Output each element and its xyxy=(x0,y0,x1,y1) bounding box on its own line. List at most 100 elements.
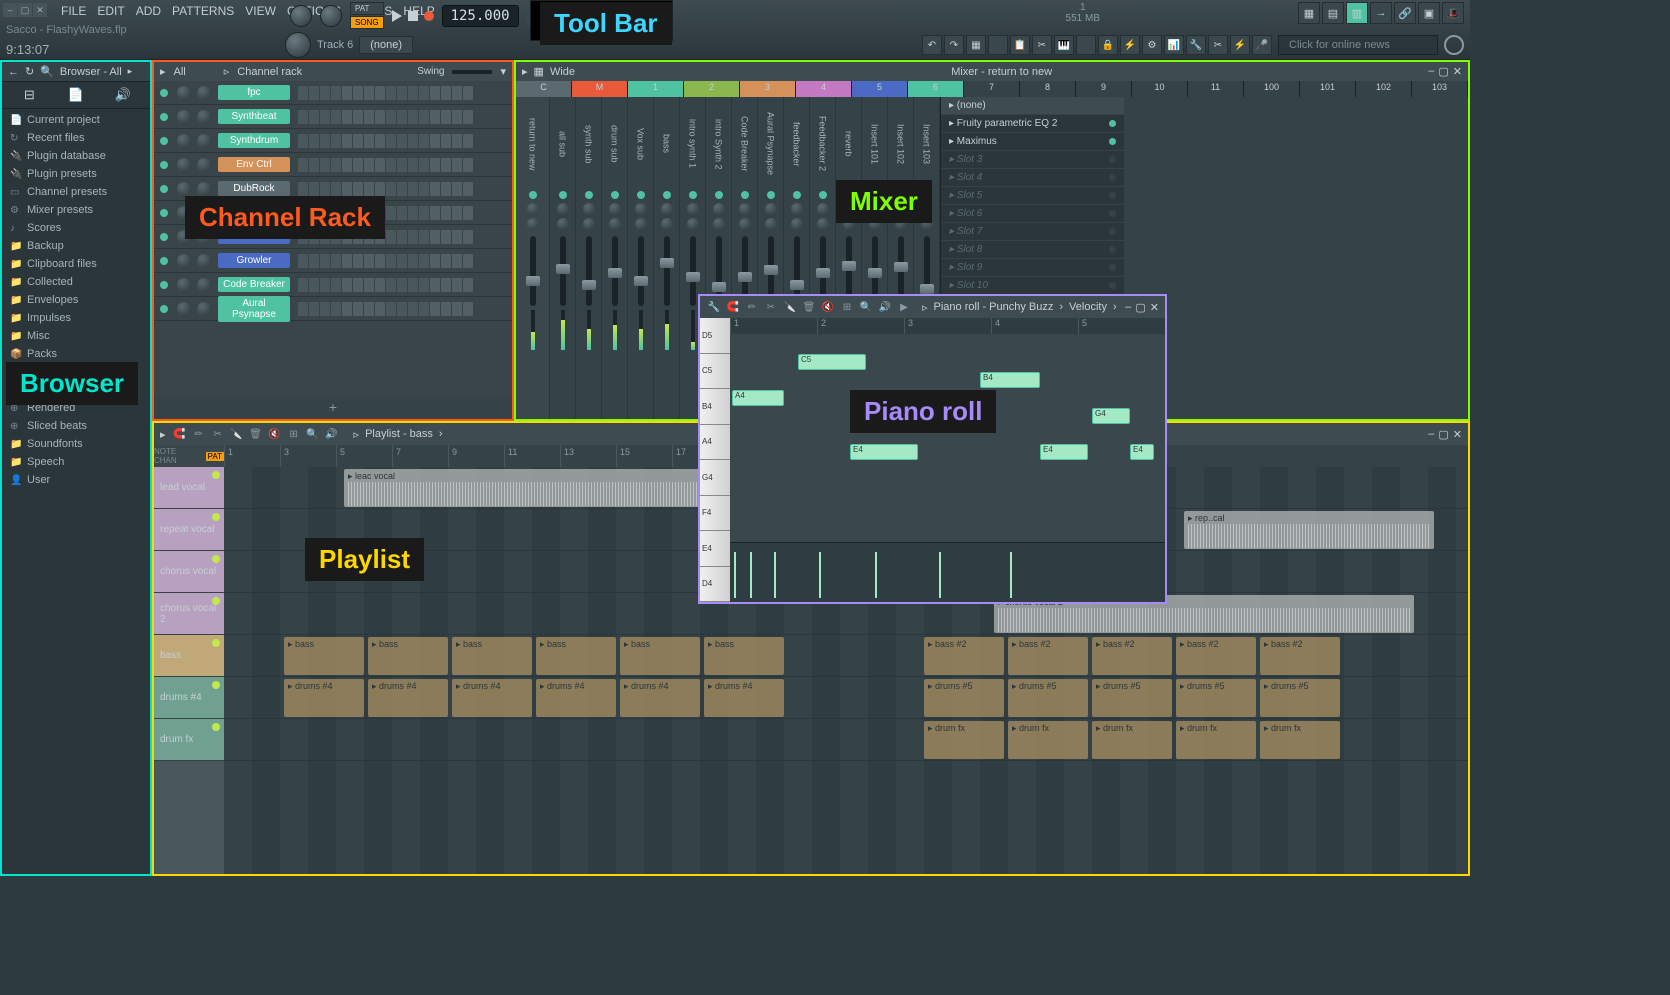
velocity-bar[interactable] xyxy=(750,552,752,598)
step[interactable] xyxy=(331,278,341,292)
track-mute-led[interactable] xyxy=(212,555,220,563)
add-channel-button[interactable]: + xyxy=(154,395,512,419)
step[interactable] xyxy=(386,278,396,292)
fx-slot-4[interactable]: ▸ Slot 5 xyxy=(941,187,1124,205)
channel-mute-led[interactable] xyxy=(160,233,168,241)
pr-tool-3[interactable]: ✂ xyxy=(763,299,779,315)
toolbar-icon-5[interactable]: ✂ xyxy=(1032,35,1052,55)
pan-knob[interactable] xyxy=(527,218,539,230)
step[interactable] xyxy=(452,278,462,292)
ruler-mark[interactable]: 7 xyxy=(392,445,404,467)
piano-key-G4[interactable]: G4 xyxy=(700,460,730,496)
step[interactable] xyxy=(397,110,407,124)
step[interactable] xyxy=(298,86,308,100)
browser-item-current-project[interactable]: 📄Current project xyxy=(2,111,150,129)
step[interactable] xyxy=(342,134,352,148)
step[interactable] xyxy=(441,254,451,268)
news-panel[interactable]: Click for online news xyxy=(1278,35,1438,55)
clip[interactable]: ▸ bass #2 xyxy=(1008,637,1088,675)
channel-name-button[interactable]: Growler xyxy=(218,253,290,268)
fx-slot-5[interactable]: ▸ Slot 6 xyxy=(941,205,1124,223)
strip-enable-led[interactable] xyxy=(689,191,697,199)
piano-key-E4[interactable]: E4 xyxy=(700,531,730,567)
channel-name-button[interactable]: Code Breaker xyxy=(218,277,290,292)
pl-tool-1[interactable]: ✏ xyxy=(191,426,207,442)
pan-knob[interactable] xyxy=(713,218,725,230)
mixer-tab-11[interactable]: 11 xyxy=(1188,81,1244,97)
slot-led[interactable] xyxy=(1109,192,1116,199)
step[interactable] xyxy=(331,134,341,148)
step[interactable] xyxy=(430,86,440,100)
step[interactable] xyxy=(408,134,418,148)
volume-fader[interactable] xyxy=(612,236,618,306)
step[interactable] xyxy=(452,134,462,148)
toolbar-icon-13[interactable]: ✂ xyxy=(1208,35,1228,55)
pl-menu-icon[interactable]: ▸ xyxy=(160,428,166,441)
step[interactable] xyxy=(353,302,363,316)
channel-mute-led[interactable] xyxy=(160,113,168,121)
clip[interactable]: ▸ drums #5 xyxy=(1092,679,1172,717)
step[interactable] xyxy=(375,110,385,124)
back-icon[interactable]: ← xyxy=(8,66,19,78)
track-header-chorus-vocal-2[interactable]: chorus vocal 2 xyxy=(154,593,224,635)
note[interactable]: C5 xyxy=(798,354,866,370)
clip[interactable]: ▸ drums #4 xyxy=(536,679,616,717)
play-button[interactable] xyxy=(392,10,402,22)
fx-knob[interactable] xyxy=(739,203,751,215)
channel-mute-led[interactable] xyxy=(160,281,168,289)
step[interactable] xyxy=(419,134,429,148)
piano-key-D4[interactable]: D4 xyxy=(700,567,730,603)
toolbar-icon-4[interactable]: 📋 xyxy=(1010,35,1030,55)
clip[interactable]: ▸ bass xyxy=(536,637,616,675)
piano-key-F4[interactable]: F4 xyxy=(700,496,730,532)
new-folder-icon[interactable]: 📄 xyxy=(67,86,85,104)
mixer-tab-6[interactable]: 6 xyxy=(908,81,964,97)
vol-knob[interactable] xyxy=(197,86,211,100)
velocity-bar[interactable] xyxy=(939,552,941,598)
fx-slot-7[interactable]: ▸ Slot 8 xyxy=(941,241,1124,259)
velocity-label[interactable]: Velocity xyxy=(1069,301,1107,313)
toolbar-icon-1[interactable]: ↷ xyxy=(944,35,964,55)
step[interactable] xyxy=(342,254,352,268)
step[interactable] xyxy=(320,278,330,292)
mixer-tab-2[interactable]: 2 xyxy=(684,81,740,97)
strip-enable-led[interactable] xyxy=(767,191,775,199)
step[interactable] xyxy=(320,254,330,268)
slot-led[interactable] xyxy=(1109,264,1116,271)
pan-knob[interactable] xyxy=(739,218,751,230)
step[interactable] xyxy=(331,110,341,124)
step[interactable] xyxy=(419,206,429,220)
step[interactable] xyxy=(386,230,396,244)
step[interactable] xyxy=(452,206,462,220)
step[interactable] xyxy=(397,302,407,316)
note[interactable]: E4 xyxy=(850,444,918,460)
track-header-drum-fx[interactable]: drum fx xyxy=(154,719,224,761)
close-button[interactable]: ✕ xyxy=(33,3,47,17)
toolbar-icon-3[interactable] xyxy=(988,35,1008,55)
slot-header[interactable]: ▸ (none) xyxy=(941,97,1124,115)
clip[interactable]: ▸ drum fx xyxy=(1092,721,1172,759)
step[interactable] xyxy=(397,278,407,292)
pan-knob[interactable] xyxy=(557,218,569,230)
step[interactable] xyxy=(441,86,451,100)
track-mute-led[interactable] xyxy=(212,471,220,479)
chevron-right-icon[interactable]: ▸ xyxy=(128,66,133,77)
step[interactable] xyxy=(386,158,396,172)
step[interactable] xyxy=(452,230,462,244)
fx-slot-2[interactable]: ▸ Slot 3 xyxy=(941,151,1124,169)
step[interactable] xyxy=(430,134,440,148)
volume-fader[interactable] xyxy=(638,236,644,306)
track-header-chorus-vocal[interactable]: chorus vocal xyxy=(154,551,224,593)
step[interactable] xyxy=(298,158,308,172)
step[interactable] xyxy=(441,230,451,244)
ruler-mark[interactable]: 1 xyxy=(224,445,236,467)
pl-close-icon[interactable]: ✕ xyxy=(1453,428,1462,441)
mixer-strip-return-to-new[interactable]: return to new xyxy=(516,97,550,419)
step[interactable] xyxy=(331,302,341,316)
channel-name-button[interactable]: DubRock xyxy=(218,181,290,196)
step[interactable] xyxy=(364,86,374,100)
browser-item-impulses[interactable]: 📁Impulses xyxy=(2,309,150,327)
channel-aural-psynapse[interactable]: Aural Psynapse xyxy=(154,297,512,321)
channel-mute-led[interactable] xyxy=(160,209,168,217)
channel-name-button[interactable]: Aural Psynapse xyxy=(218,296,290,322)
